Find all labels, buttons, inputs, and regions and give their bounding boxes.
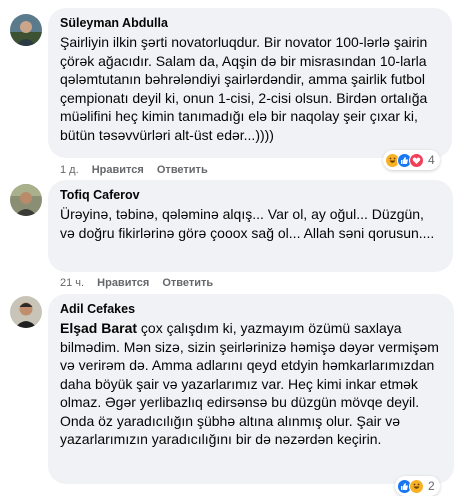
avatar[interactable]	[10, 184, 42, 216]
comment-time[interactable]: 1 д.	[60, 164, 79, 176]
comment-text-body: çox çalışdım ki, yazmayım özümü saxlaya …	[60, 320, 439, 447]
mention-link[interactable]: Elşad Barat	[60, 320, 137, 336]
reply-button[interactable]: Ответить	[162, 277, 213, 289]
reply-button[interactable]: Ответить	[157, 164, 208, 176]
comment-actions: 21 ч. Нравится Ответить	[60, 276, 223, 290]
comment-actions: 1 д. Нравится Ответить	[60, 163, 218, 177]
comment-author[interactable]: Tofiq Caferov	[60, 187, 441, 203]
love-reaction-icon	[409, 152, 424, 168]
reaction-count: 4	[428, 153, 435, 167]
reaction-count: 2	[428, 479, 435, 493]
avatar[interactable]	[10, 14, 42, 46]
reactions-summary[interactable]: 4	[383, 150, 440, 170]
like-button[interactable]: Нравится	[97, 277, 149, 289]
comment-bubble: Süleyman Abdulla Şairliyin ilkin şərti n…	[48, 8, 452, 158]
comment-text: Elşad Barat çox çalışdım ki, yazmayım öz…	[60, 319, 442, 449]
comment-text: Şairliyin ilkin şərti novatorluqdur. Bir…	[60, 34, 428, 143]
comment-time[interactable]: 21 ч.	[60, 277, 84, 289]
avatar[interactable]	[10, 296, 42, 328]
comment-bubble: Tofiq Caferov Ürəyinə, təbinə, qələminə …	[48, 180, 453, 272]
comment-bubble: Adil Cefakes Elşad Barat çox çalışdım ki…	[48, 294, 454, 484]
comment-author[interactable]: Süleyman Abdulla	[60, 15, 440, 31]
haha-reaction-icon	[409, 478, 424, 494]
comment-author[interactable]: Adil Cefakes	[60, 301, 442, 317]
comment-text: Ürəyinə, təbinə, qələminə alqış... Var o…	[60, 206, 435, 241]
like-button[interactable]: Нравится	[92, 164, 144, 176]
reactions-summary[interactable]: 2	[395, 476, 440, 496]
